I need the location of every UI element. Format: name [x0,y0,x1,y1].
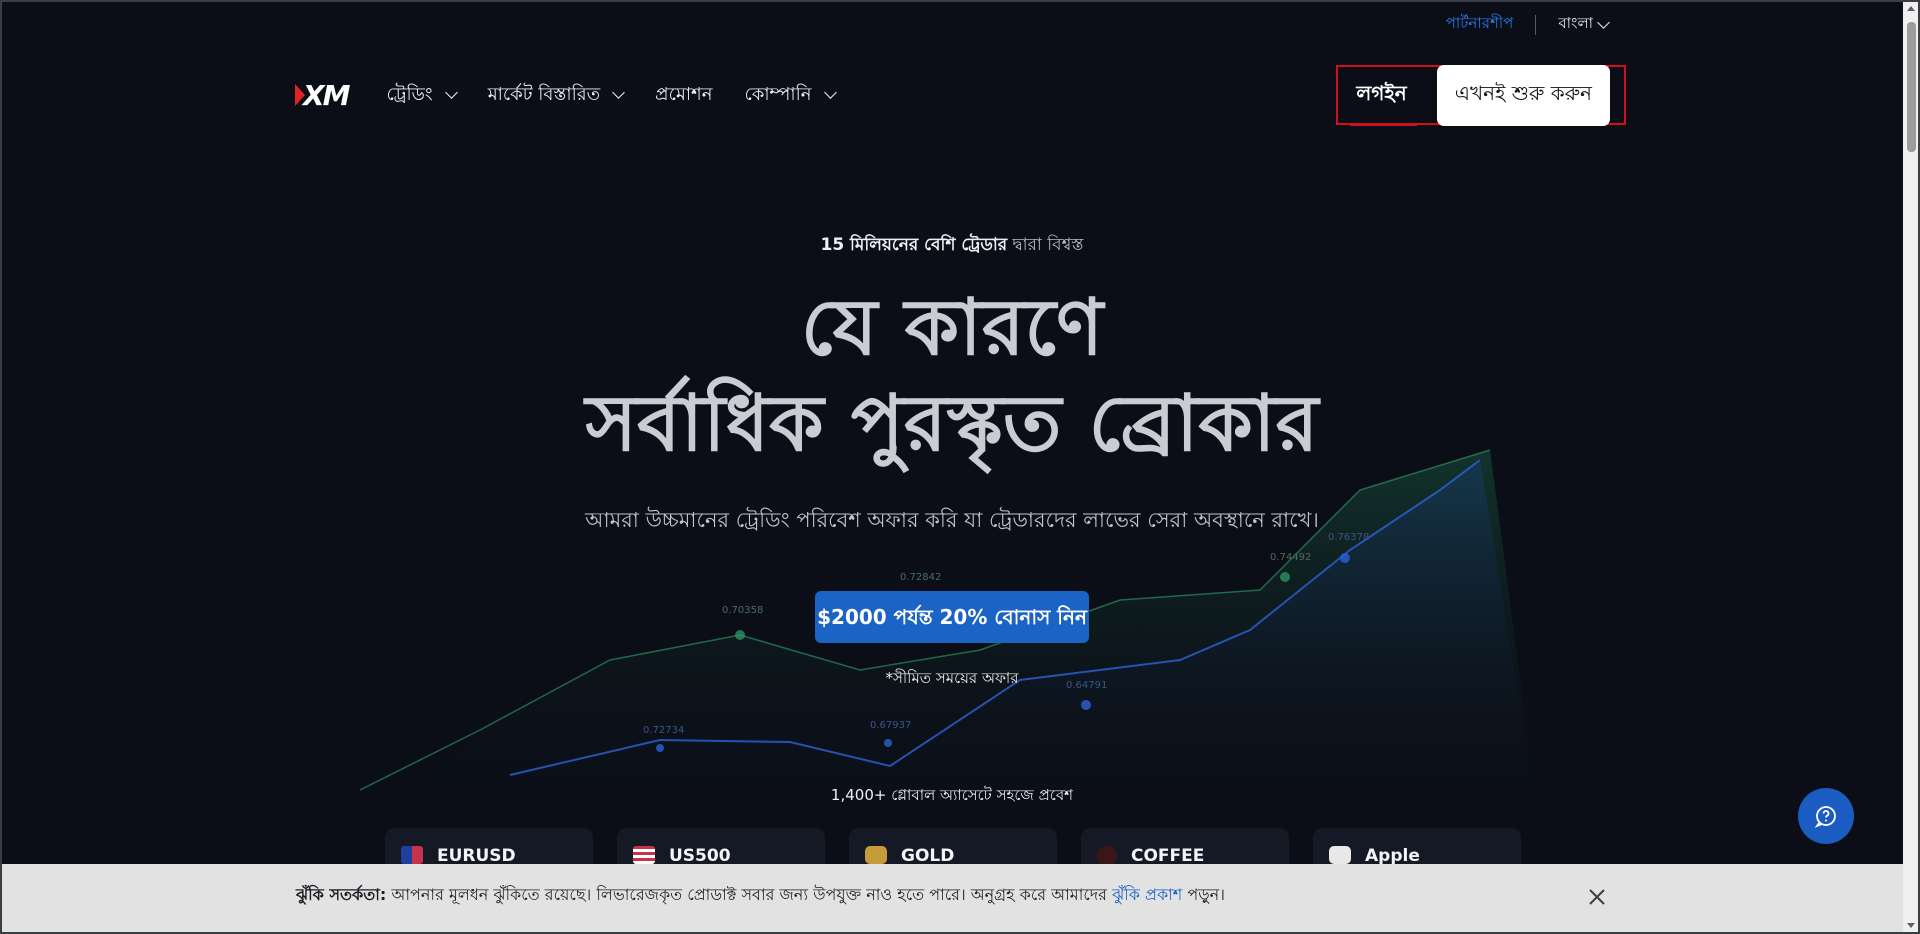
us-flag-icon [633,846,655,864]
asset-name: US500 [669,846,731,866]
assets-access-text: 1,400+ গ্লোবাল অ্যাসেটে সহজে প্রবেশ [830,786,1074,804]
scrollbar-thumb[interactable] [1907,22,1916,152]
nav-item-label: কোম্পানি [744,83,812,105]
utility-bar: পার্টনারশীপ বাংলা [1446,12,1610,37]
chevron-down-icon [823,86,837,99]
nav-item-trading[interactable]: ট্রেডিং [386,80,458,111]
language-selector[interactable]: বাংলা [1558,12,1610,37]
risk-warning-banner: ঝুঁকি সতর্কতা: আপনার মূলধন ঝুঁকিতে রয়েছ… [0,864,1903,934]
nav-item-label: ট্রেডিং [386,83,433,105]
hero-subtitle: আমরা উচ্চমানের ট্রেডিং পরিবেশ অফার করি য… [585,508,1319,532]
risk-label: ঝুঁকি সতর্কতা: [296,885,387,904]
risk-disclosure-link[interactable]: ঝুঁকি প্রকাশ [1112,885,1182,904]
apple-icon [1329,846,1351,864]
eu-us-flag-icon [401,846,423,864]
auth-actions: লগইন এখনই শুরু করুন [1336,64,1626,126]
nav-item-promotion[interactable]: প্রমোশন [655,80,712,111]
risk-after: পড়ুন। [1182,885,1225,904]
risk-warning-text: ঝুঁকি সতর্কতা: আপনার মূলধন ঝুঁকিতে রয়েছ… [296,882,1225,909]
nav-item-label: প্রমোশন [655,83,713,105]
chat-support-button[interactable] [1798,788,1854,844]
chart-point [884,739,892,747]
language-label: বাংলা [1558,14,1593,32]
chart-label: 0.67937 [870,720,911,731]
chat-question-icon [1814,806,1836,828]
close-icon[interactable] [1586,886,1608,908]
xm-logo[interactable]: XM [295,78,350,112]
asset-name: EURUSD [437,846,516,866]
main-nav: XM ট্রেডিং মার্কেট বিস্তারিত প্রমোশন কোম… [295,64,1626,126]
start-now-button[interactable]: এখনই শুরু করুন [1436,64,1610,126]
chart-label: 0.70358 [722,605,763,616]
risk-body: আপনার মূলধন ঝুঁকিতে রয়েছে। লিভারেজকৃত প… [386,885,1113,904]
limited-offer-note: *সীমিত সময়ের অফার [885,669,1019,687]
page-scrollbar[interactable] [1903,0,1920,934]
trust-bold: 15 মিলিয়নের বেশি ট্রেডার [820,235,1008,255]
scroll-up-arrow-icon[interactable] [1907,6,1915,11]
login-button[interactable]: লগইন [1350,75,1418,126]
asset-name: Apple [1365,846,1420,866]
nav-item-label: মার্কেট বিস্তারিত [487,83,601,105]
nav-item-company[interactable]: কোম্পানি [744,80,837,111]
trust-line: 15 মিলিয়নের বেশি ট্রেডার দ্বারা বিশ্বস্… [0,232,1904,260]
logo-text: XM [303,78,350,112]
chart-label: 0.72734 [643,725,684,736]
trust-rest: দ্বারা বিশ্বস্ত [1007,235,1084,255]
asset-name: GOLD [901,846,955,866]
nav-menu: ট্রেডিং মার্কেট বিস্তারিত প্রমোশন কোম্পা… [386,80,837,111]
asset-name: COFFEE [1131,846,1205,866]
chevron-down-icon [612,86,626,99]
chart-point [1280,572,1290,582]
chevron-down-icon [444,86,458,99]
chart-label: 0.72842 [900,572,941,583]
bonus-cta-button[interactable]: $2000 পর্যন্ত 20% বোনাস নিন [815,591,1089,643]
nav-item-market-details[interactable]: মার্কেট বিস্তারিত [487,80,626,111]
chart-point [735,630,745,640]
coffee-icon [1097,846,1117,866]
chart-point [1081,700,1091,710]
chevron-down-icon [1597,15,1610,29]
title-line-1: যে কারণে [800,282,1104,373]
divider [1535,14,1537,35]
page-title: যে কারণে সর্বাধিক পুরস্কৃত ব্রোকার [0,280,1904,472]
scroll-down-arrow-icon[interactable] [1907,923,1915,928]
chart-point [656,744,664,752]
partnership-link[interactable]: পার্টনারশীপ [1446,12,1514,37]
gold-icon [865,846,887,864]
chart-point [1340,553,1350,563]
chart-label: 0.74492 [1270,552,1311,563]
title-line-2: সর্বাধিক পুরস্কৃত ব্রোকার [585,378,1319,469]
